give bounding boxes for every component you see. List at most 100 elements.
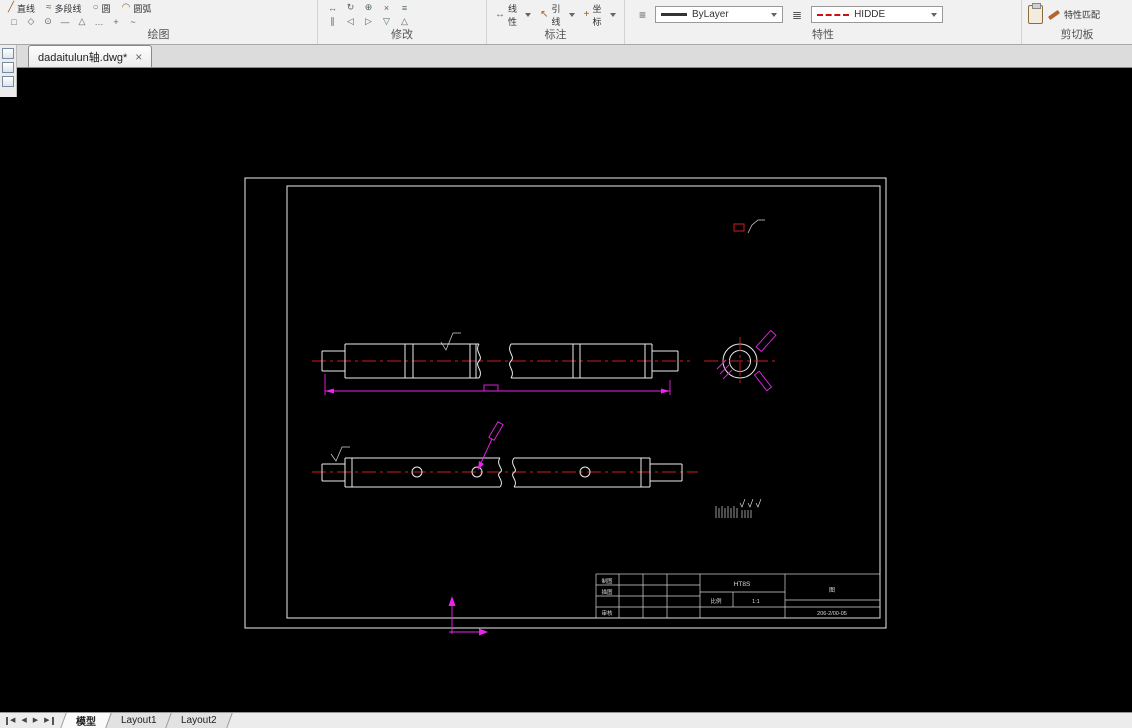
tab-model[interactable]: 模型 — [59, 713, 112, 728]
drawing-number: 206-2/00-05 — [817, 611, 847, 617]
offset-icon[interactable]: ∥ — [324, 15, 341, 28]
tab-layout2[interactable]: Layout2 — [165, 713, 233, 728]
ribbon: ╱ 直线 ≈ 多段线 ○ 圆 ◠ 圆弧 □ ◇ ⊙ — △ … + ~ 绘图 ↔… — [0, 0, 1132, 45]
polyline-tool-button[interactable]: ≈ 多段线 — [44, 2, 84, 15]
ribbon-panel-annotate: ↔ 线性 ↖ 引线 + 坐标 标注 — [487, 0, 625, 44]
move-icon[interactable]: ↔ — [324, 1, 341, 14]
coordinate-icon: + — [583, 8, 590, 20]
general-roughness-note[interactable] — [733, 219, 765, 237]
document-tabbar: dadaitulun轴.dwg* × — [0, 45, 1132, 68]
last-sheet-button[interactable]: ▶ — [44, 716, 54, 725]
lineweight-sample-icon — [661, 13, 688, 16]
explode-icon[interactable]: ≡ — [396, 1, 413, 14]
drawing-name: 图 — [829, 587, 835, 594]
chevron-down-icon — [568, 12, 575, 17]
row-label: 审核 — [601, 609, 613, 617]
row-label: 描图 — [601, 588, 613, 596]
mini-toolbar-icon[interactable] — [2, 62, 14, 73]
rotate-icon[interactable]: ↻ — [342, 1, 359, 14]
lineweight-dropdown[interactable]: ByLayer — [655, 6, 784, 23]
close-icon[interactable]: × — [135, 51, 142, 63]
scale-icon[interactable]: ▷ — [360, 15, 377, 28]
properties-menu-icon[interactable]: ≡ — [639, 8, 646, 22]
row-label: 制图 — [601, 577, 613, 585]
ucs-icon — [448, 596, 488, 636]
region-icon[interactable]: △ — [74, 16, 90, 28]
title-block[interactable]: HT8S 制图 描图 审核 比例 1:1 图 206-2/00-05 — [595, 573, 881, 619]
keyway-leader[interactable] — [478, 421, 504, 470]
next-sheet-button[interactable]: ▶ — [33, 717, 38, 725]
coordinate-dimension-button[interactable]: + 坐标 — [582, 2, 618, 28]
chevron-down-icon — [609, 12, 616, 17]
shaft-second-view[interactable] — [312, 421, 698, 488]
properties-panel-label: 特性 — [812, 29, 834, 41]
model-space-view[interactable]: HT8S 制图 描图 审核 比例 1:1 图 206-2/00-05 — [0, 68, 1132, 712]
xline-icon[interactable]: — — [57, 16, 73, 28]
array-icon[interactable]: ⊕ — [360, 1, 377, 14]
material-text: HT8S — [734, 581, 751, 588]
ribbon-panel-draw: ╱ 直线 ≈ 多段线 ○ 圆 ◠ 圆弧 □ ◇ ⊙ — △ … + ~ 绘图 — [0, 0, 318, 44]
linetype-dropdown[interactable]: HIDDE — [811, 6, 944, 23]
linetype-sample-icon — [817, 13, 850, 16]
scale-value: 1:1 — [752, 599, 760, 605]
roughness-legend — [715, 498, 762, 518]
circle-icon: ○ — [92, 2, 99, 13]
mini-toolbar-icon[interactable] — [2, 48, 14, 59]
ribbon-panel-properties: ≡ ByLayer ≣ HIDDE 特性 — [625, 0, 1022, 44]
line-tool-button[interactable]: ╱ 直线 — [6, 2, 37, 15]
shaft-end-view[interactable] — [704, 329, 777, 392]
paste-icon[interactable] — [1028, 3, 1043, 24]
arc-tool-button[interactable]: ◠ 圆弧 — [120, 2, 154, 15]
cad-application-window: ╱ 直线 ≈ 多段线 ○ 圆 ◠ 圆弧 □ ◇ ⊙ — △ … + ~ 绘图 ↔… — [0, 0, 1132, 728]
trim-icon[interactable]: ▽ — [378, 15, 395, 28]
surface-roughness-icon — [747, 219, 765, 234]
rectangle-icon[interactable]: □ — [6, 16, 22, 28]
shaft-front-view[interactable] — [312, 332, 690, 379]
match-properties-brush-icon — [1047, 9, 1061, 20]
selection-box — [733, 223, 745, 232]
mirror-icon[interactable]: ◁ — [342, 15, 359, 28]
document-tab[interactable]: dadaitulun轴.dwg* × — [28, 45, 153, 67]
sheet-frame — [244, 177, 887, 629]
keyway-callout — [755, 329, 777, 353]
surface-roughness-icon — [330, 446, 350, 462]
clipboard-panel-label: 剪切板 — [1060, 29, 1094, 41]
circle-tool-button[interactable]: ○ 圆 — [91, 2, 113, 15]
keyway-callout — [753, 370, 773, 392]
chevron-down-icon — [771, 12, 778, 17]
more-draw-tools-icon[interactable]: … — [91, 16, 107, 28]
draw-panel-label: 绘图 — [147, 29, 170, 41]
mini-toolbar-icon[interactable] — [2, 76, 14, 87]
linear-dimension-button[interactable]: ↔ 线性 — [493, 2, 533, 28]
line-icon: ╱ — [8, 2, 15, 13]
chevron-down-icon — [525, 12, 532, 17]
annotate-panel-label: 标注 — [544, 29, 567, 41]
surface-roughness-icon — [440, 332, 461, 351]
erase-icon[interactable]: × — [378, 1, 395, 14]
linear-dimension-icon: ↔ — [495, 8, 505, 20]
spline-icon[interactable]: ~ — [125, 16, 141, 28]
first-sheet-button[interactable]: ◀ — [6, 716, 15, 725]
fillet-icon[interactable]: △ — [396, 15, 413, 28]
drawing-canvas[interactable]: HT8S 制图 描图 审核 比例 1:1 图 206-2/00-05 — [0, 68, 1132, 712]
previous-sheet-button[interactable]: ◀ — [21, 717, 26, 725]
ribbon-panel-modify: ↔ ↻ ⊕ × ≡ ∥ ◁ ▷ ▽ △ 修改 — [318, 0, 487, 44]
polyline-icon: ≈ — [46, 2, 52, 13]
overall-length-dimension[interactable] — [324, 374, 671, 395]
leader-icon: ↖ — [540, 8, 549, 20]
layout-tabbar: ◀ ◀ ▶ ▶ 模型 Layout1 Layout2 — [0, 712, 1132, 728]
docked-mini-toolbar — [0, 45, 17, 97]
point-icon[interactable]: + — [108, 16, 124, 28]
document-tab-title: dadaitulun轴.dwg* — [38, 51, 128, 64]
scale-label: 比例 — [710, 597, 722, 605]
arc-icon: ◠ — [121, 2, 131, 13]
lineweight-stack-icon[interactable]: ≣ — [792, 8, 802, 22]
polygon-icon[interactable]: ◇ — [23, 16, 39, 28]
match-properties-button[interactable]: 特性匹配 — [1047, 8, 1100, 21]
modify-panel-label: 修改 — [391, 29, 413, 41]
chevron-down-icon — [931, 12, 938, 17]
leader-button[interactable]: ↖ 引线 — [538, 2, 577, 28]
ribbon-panel-clipboard: 特性匹配 剪切板 — [1022, 0, 1132, 44]
tab-layout1[interactable]: Layout1 — [104, 713, 172, 728]
donut-icon[interactable]: ⊙ — [40, 16, 56, 28]
